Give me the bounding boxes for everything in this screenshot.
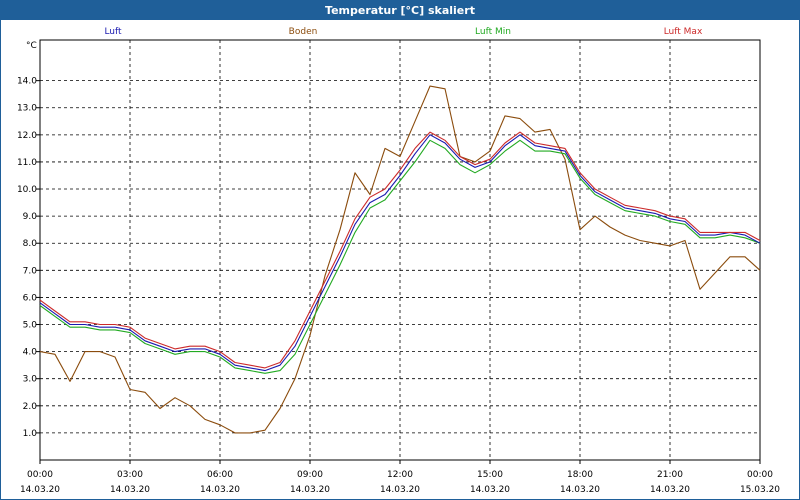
y-tick-label: 5.0 xyxy=(23,321,38,331)
y-tick-label: 3.0 xyxy=(23,375,38,385)
x-tick-time: 12:00 xyxy=(387,470,413,480)
x-tick-time: 00:00 xyxy=(27,470,53,480)
x-tick-date: 14.03.20 xyxy=(20,485,60,495)
x-tick-date: 14.03.20 xyxy=(470,485,510,495)
y-tick-label: 14.0 xyxy=(17,77,37,87)
legend-entry: Boden xyxy=(289,27,318,37)
y-tick-label: 12.0 xyxy=(17,131,37,141)
legend-entry: Luft Max xyxy=(664,27,703,37)
x-tick-date: 14.03.20 xyxy=(110,485,150,495)
y-tick-label: 4.0 xyxy=(23,348,38,358)
x-ticks: 00:00 14.03.20 03:00 14.03.20 06:00 14.03.20 0… xyxy=(20,460,780,495)
x-tick-time: 21:00 xyxy=(657,470,683,480)
y-tick-label: 11.0 xyxy=(17,158,37,168)
y-axis-unit: °C xyxy=(26,41,37,51)
x-tick-time: 00:00 xyxy=(747,470,773,480)
x-tick-date: 15.03.20 xyxy=(740,485,780,495)
y-tick-label: 2.0 xyxy=(23,402,38,412)
y-tick-label: 9.0 xyxy=(23,212,38,222)
y-tick-label: 10.0 xyxy=(17,185,37,195)
x-tick-time: 06:00 xyxy=(207,470,233,480)
y-tick-label: 6.0 xyxy=(23,293,38,303)
grid xyxy=(40,40,760,460)
x-tick-date: 14.03.20 xyxy=(200,485,240,495)
x-tick-date: 14.03.20 xyxy=(650,485,690,495)
x-tick-time: 09:00 xyxy=(297,470,323,480)
legend-entry: Luft Min xyxy=(475,27,511,37)
x-tick-date: 14.03.20 xyxy=(380,485,420,495)
x-tick-date: 14.03.20 xyxy=(290,485,330,495)
x-tick-time: 18:00 xyxy=(567,470,593,480)
x-tick-time: 15:00 xyxy=(477,470,503,480)
legend-entry: Luft xyxy=(104,27,122,37)
temperature-chart: Luft Boden Luft Min Luft Max °C 1.0 2.0 3.0 4.… xyxy=(17,27,780,495)
y-tick-label: 7.0 xyxy=(23,266,38,276)
y-ticks: 1.0 2.0 3.0 4.0 5.0 6.0 7.0 8.0 9.0 10.0 11.0 12.0 1… xyxy=(17,77,40,439)
x-tick-time: 03:00 xyxy=(117,470,143,480)
y-tick-label: 13.0 xyxy=(17,104,37,114)
x-tick-date: 14.03.20 xyxy=(560,485,600,495)
y-tick-label: 1.0 xyxy=(23,429,38,439)
legend: Luft Boden Luft Min Luft Max xyxy=(104,27,703,37)
y-tick-label: 8.0 xyxy=(23,239,38,249)
